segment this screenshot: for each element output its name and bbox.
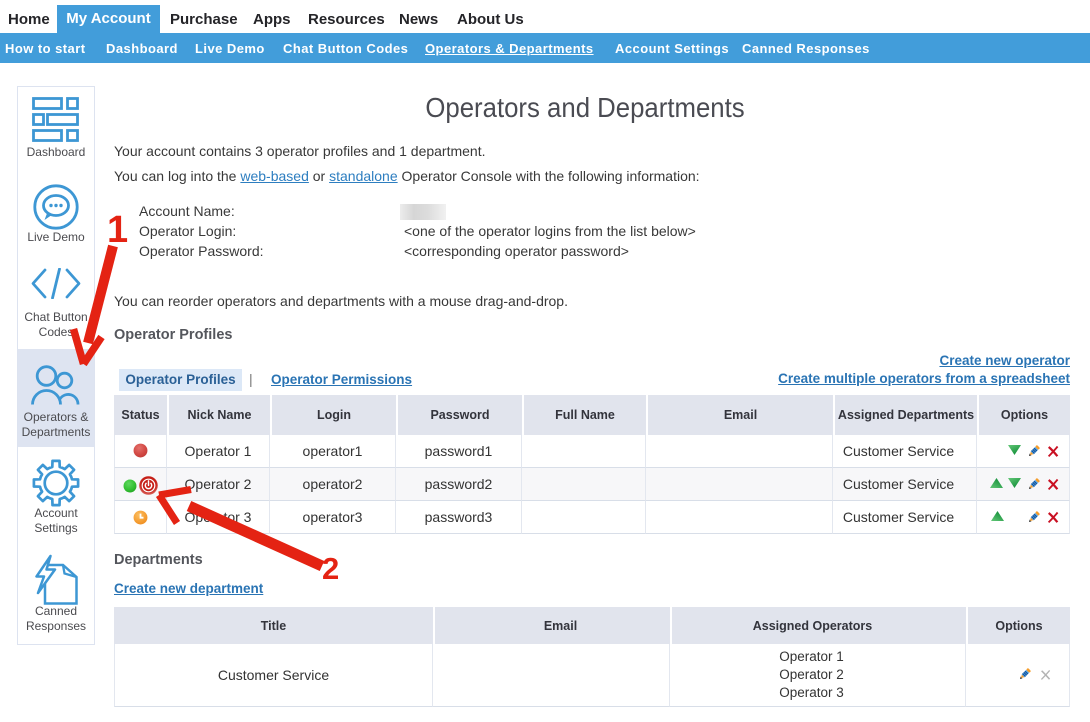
svg-text:2: 2 <box>322 551 339 586</box>
svg-text:1: 1 <box>107 209 128 251</box>
